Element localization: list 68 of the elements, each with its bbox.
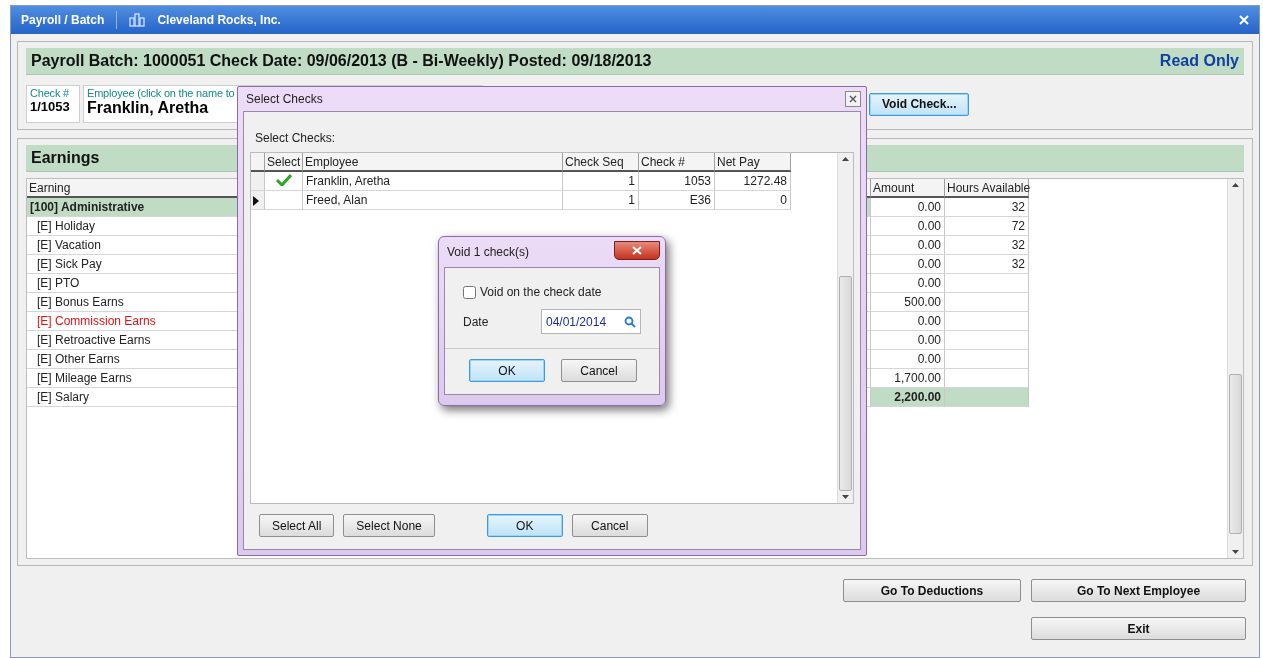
hours-cell: 32 — [945, 236, 1029, 255]
dialog-title: Select Checks — [246, 92, 323, 106]
scrollbar[interactable] — [1227, 179, 1243, 558]
dialog-button[interactable]: Select None — [343, 514, 435, 537]
column-header[interactable]: Select — [265, 153, 303, 172]
check-number-cell: E36 — [639, 191, 715, 210]
hours-cell: 32 — [945, 255, 1029, 274]
row-indicator[interactable] — [251, 191, 265, 210]
close-icon — [632, 245, 642, 255]
dialog-button[interactable]: Cancel — [561, 359, 637, 382]
column-header[interactable]: Check # — [639, 153, 715, 172]
read-only-status: Read Only — [1159, 52, 1239, 70]
exit-button[interactable]: Exit — [1031, 617, 1246, 640]
scroll-up-icon[interactable] — [842, 157, 849, 161]
scroll-up-icon[interactable] — [1232, 183, 1239, 187]
select-checkbox[interactable] — [265, 172, 303, 191]
check-seq-cell: 1 — [563, 172, 639, 191]
hours-cell: 72 — [945, 217, 1029, 236]
date-label: Date — [463, 314, 490, 329]
column-header[interactable]: Net Pay — [715, 153, 791, 172]
check-number-cell: 1053 — [639, 172, 715, 191]
amount-cell: 0.00 — [871, 198, 945, 217]
amount-cell: 0.00 — [871, 350, 945, 369]
column-header[interactable]: Hours Available — [945, 179, 1029, 198]
select-checks-label: Select Checks: — [255, 131, 336, 145]
hours-cell: 32 — [945, 198, 1029, 217]
employee-cell: Freed, Alan — [303, 191, 563, 210]
amount-cell: 0.00 — [871, 217, 945, 236]
amount-cell: 500.00 — [871, 293, 945, 312]
scrollbar[interactable] — [837, 153, 853, 503]
window-title: Payroll / Batch — [21, 13, 105, 27]
select-checkbox[interactable] — [265, 191, 303, 210]
check-seq-cell: 1 — [563, 191, 639, 210]
amount-cell: 0.00 — [871, 236, 945, 255]
dialog-button[interactable]: Cancel — [571, 514, 648, 537]
net-pay-cell: 0 — [715, 191, 791, 210]
close-icon — [849, 95, 857, 103]
dialog-button[interactable]: OK — [469, 359, 545, 382]
dialog-button[interactable]: OK — [486, 514, 563, 537]
amount-cell: 0.00 — [871, 255, 945, 274]
earnings-title: Earnings — [31, 149, 100, 167]
amount-cell: 1,700.00 — [871, 369, 945, 388]
company-name: Cleveland Rocks, Inc. — [157, 13, 281, 27]
employee-cell: Franklin, Aretha — [303, 172, 563, 191]
net-pay-cell: 1272.48 — [715, 172, 791, 191]
close-button[interactable] — [845, 91, 861, 107]
void-check-button[interactable]: Void Check... — [869, 92, 970, 116]
amount-cell: 0.00 — [871, 312, 945, 331]
amount-cell: 2,200.00 — [871, 388, 945, 407]
amount-cell: 0.00 — [871, 331, 945, 350]
current-row-icon — [253, 196, 259, 206]
amount-cell: 0.00 — [871, 274, 945, 293]
column-header[interactable]: Check Seq — [563, 153, 639, 172]
batch-title: Payroll Batch: 1000051 Check Date: 09/06/2013 (B - Bi-Weekly) Posted: 09/18/2013 — [31, 52, 652, 70]
void-on-check-date-checkbox[interactable] — [463, 285, 476, 299]
scroll-down-icon[interactable] — [842, 495, 849, 499]
close-button[interactable] — [614, 240, 660, 260]
check-number-field: Check # 1/1053 — [26, 85, 80, 123]
date-field[interactable]: 04/01/2014 — [541, 309, 641, 334]
column-header[interactable]: Amount — [871, 179, 945, 198]
check-icon — [275, 174, 292, 186]
search-icon[interactable] — [624, 315, 636, 328]
dialog-button[interactable]: Select All — [259, 514, 335, 537]
close-icon[interactable] — [1239, 15, 1249, 25]
column-header[interactable]: Employee — [303, 153, 563, 172]
scroll-down-icon[interactable] — [1232, 550, 1239, 554]
go-to-deductions-button[interactable]: Go To Deductions — [843, 579, 1021, 602]
go-to-next-employee-button[interactable]: Go To Next Employee — [1031, 579, 1246, 602]
